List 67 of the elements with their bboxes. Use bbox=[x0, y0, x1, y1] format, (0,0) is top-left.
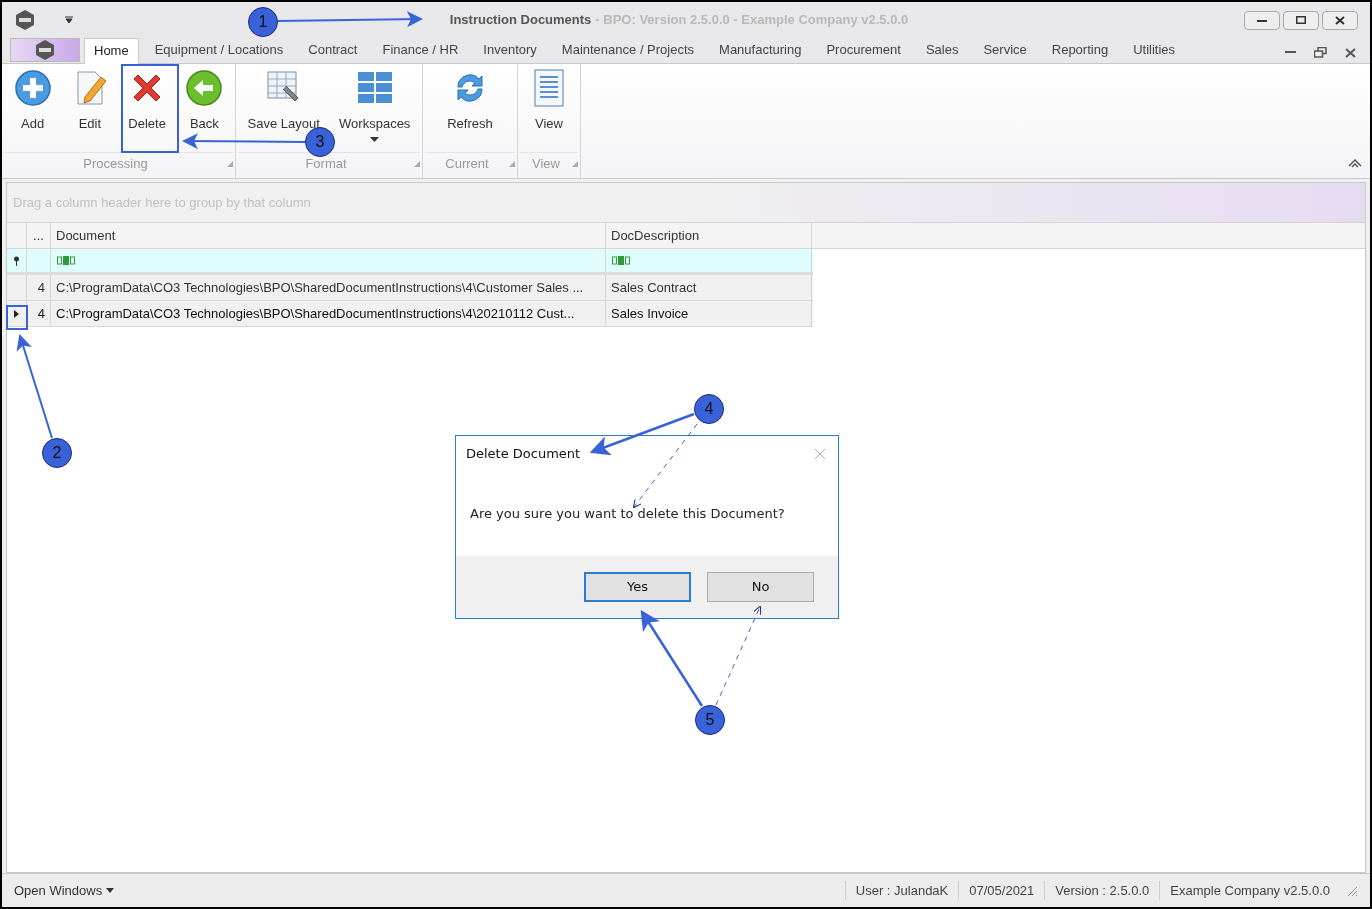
highlight-frame bbox=[6, 305, 28, 330]
minimize-icon bbox=[1257, 18, 1267, 22]
dialog-message: Are you sure you want to delete this Document? bbox=[470, 505, 785, 524]
close-icon[interactable] bbox=[1345, 47, 1356, 58]
column-header[interactable]: ... bbox=[27, 223, 51, 248]
maximize-button[interactable] bbox=[1283, 10, 1319, 30]
status-item: Version : 2.5.0.0 bbox=[1044, 880, 1160, 901]
window-title: Instruction Documents bbox=[449, 11, 592, 30]
ribbon-button[interactable]: Refresh bbox=[444, 68, 496, 150]
ribbon-tab[interactable]: Reporting bbox=[1042, 37, 1118, 63]
close-icon bbox=[1335, 15, 1345, 25]
status-item: Example Company v2.5.0.0 bbox=[1159, 880, 1340, 901]
minimize-icon[interactable] bbox=[1285, 51, 1296, 54]
ribbon-tab[interactable]: Finance / HR bbox=[373, 37, 468, 63]
ribbon-group-label: Format bbox=[304, 154, 348, 173]
caret-down-icon[interactable] bbox=[64, 16, 74, 24]
table-cell: 4 bbox=[27, 301, 51, 326]
table-cell: Sales Invoice bbox=[606, 301, 812, 326]
status-item: 07/05/2021 bbox=[958, 880, 1045, 901]
column-header[interactable]: Document bbox=[51, 223, 606, 248]
document-icon bbox=[532, 69, 566, 107]
resize-grip-icon[interactable] bbox=[1346, 884, 1358, 897]
maximize-icon bbox=[1296, 16, 1306, 24]
app-logo-icon[interactable] bbox=[14, 9, 36, 31]
ribbon-button[interactable]: Edit bbox=[63, 68, 116, 150]
dialog-button[interactable]: Yes bbox=[584, 572, 691, 602]
close-button[interactable] bbox=[1322, 10, 1358, 30]
ribbon-tab[interactable]: Maintenance / Projects bbox=[552, 37, 704, 63]
collapse-ribbon-icon[interactable] bbox=[1348, 158, 1362, 168]
ribbon-tab[interactable]: Procurement bbox=[817, 37, 910, 63]
table-cell: C:\ProgramData\CO3 Technologies\BPO\SharedDocumentInstructions\4\20210112 Cust... bbox=[51, 301, 606, 326]
plus-circle-icon bbox=[13, 69, 52, 107]
caret-down-icon bbox=[370, 136, 380, 142]
restore-icon[interactable] bbox=[1314, 47, 1327, 58]
status-item: User : JulandaK bbox=[844, 880, 959, 901]
ribbon-tab[interactable]: Manufacturing bbox=[710, 37, 811, 63]
open-windows-button[interactable]: Open Windows bbox=[14, 880, 115, 901]
ribbon-tab[interactable]: Inventory bbox=[474, 37, 546, 63]
ribbon-group-label: View bbox=[531, 154, 561, 173]
application-menu-button[interactable] bbox=[10, 38, 80, 62]
minimize-button[interactable] bbox=[1244, 10, 1280, 30]
ribbon-button[interactable]: Back bbox=[178, 68, 231, 150]
back-arrow-circle-icon bbox=[185, 69, 224, 107]
ribbon-button[interactable]: View bbox=[523, 68, 575, 150]
ribbon-tab[interactable]: Sales bbox=[916, 37, 968, 63]
ribbon-tab[interactable]: Utilities bbox=[1124, 37, 1185, 63]
dialog-button[interactable]: No bbox=[707, 572, 814, 602]
table-cell: C:\ProgramData\CO3 Technologies\BPO\SharedDocumentInstructions\4\Customer Sales ... bbox=[51, 275, 606, 300]
ribbon-button[interactable]: Workspaces bbox=[337, 68, 413, 150]
table-cell: Sales Contract bbox=[606, 275, 812, 300]
ribbon-tab[interactable]: Service bbox=[974, 37, 1036, 63]
ribbon-group-label: Processing bbox=[82, 154, 149, 173]
ribbon-group-label: Current bbox=[444, 154, 490, 173]
row-indicator-icon bbox=[14, 309, 19, 318]
text-filter-icon bbox=[612, 255, 630, 266]
ribbon-button[interactable]: Delete bbox=[121, 68, 174, 150]
app-logo-icon bbox=[34, 39, 56, 61]
table-cell: 4 bbox=[27, 275, 51, 300]
ribbon-tab[interactable]: Home bbox=[84, 38, 139, 64]
ribbon-tab[interactable]: Contract bbox=[299, 37, 367, 63]
caret-down-icon bbox=[106, 888, 115, 893]
pin-icon bbox=[13, 255, 20, 266]
text-filter-icon bbox=[57, 255, 75, 266]
column-header[interactable]: DocDescription bbox=[606, 223, 812, 248]
dialog-title: Delete Document bbox=[466, 445, 582, 464]
ribbon-button[interactable]: Add bbox=[6, 68, 59, 150]
ribbon-tab[interactable]: Equipment / Locations bbox=[145, 37, 293, 63]
